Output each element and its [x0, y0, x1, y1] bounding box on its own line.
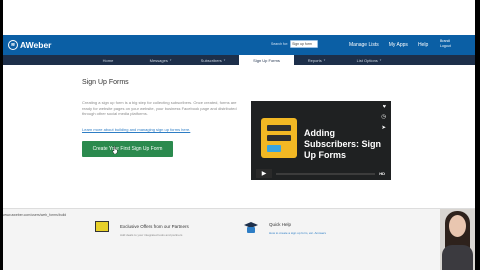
tab-label: Home — [102, 57, 114, 63]
offers-subtitle: Add deals to your integrated tools and p… — [120, 233, 183, 237]
aweber-logo-icon: ≋ — [8, 40, 18, 50]
webcam-face — [449, 215, 466, 237]
help-link[interactable]: Help — [418, 42, 428, 48]
tab-label: Reports — [307, 57, 322, 63]
tab-reports[interactable]: Reports ▾ — [294, 55, 339, 65]
chevron-down-icon: ▾ — [323, 58, 326, 62]
logout-link[interactable]: Logout — [440, 44, 451, 49]
video-player[interactable]: Adding Subscribers: Sign Up Forms ♥ ◷ ➤ … — [251, 101, 391, 180]
offer-icon — [95, 221, 109, 232]
chevron-down-icon: ▾ — [169, 58, 172, 62]
page-description: Creating a sign up form is a big step fo… — [82, 100, 237, 117]
search-input[interactable] — [290, 40, 319, 48]
chevron-down-icon: ▾ — [379, 58, 382, 62]
tab-sign-up-forms[interactable]: Sign Up Forms — [239, 55, 294, 65]
page-title: Sign Up Forms — [82, 79, 129, 86]
app-window: ≋ AWeber Search for: Manage Lists My App… — [0, 0, 480, 270]
tab-label: Subscribers — [200, 57, 222, 63]
create-first-form-button[interactable]: Create Your First Sign Up Form — [82, 141, 173, 157]
video-progress-bar[interactable] — [276, 172, 376, 175]
tab-messages[interactable]: Messages ▾ — [133, 55, 188, 65]
video-controls: ▶ HD — [251, 167, 391, 180]
letterbox-left — [0, 0, 3, 270]
search-area: Search for: — [271, 40, 319, 48]
main-nav: Home Messages ▾ Subscribers ▾ Sign Up Form… — [3, 55, 475, 65]
graduation-cap-icon — [244, 222, 258, 233]
webcam-body — [442, 245, 473, 270]
hand-cursor-icon — [112, 146, 118, 154]
tab-label: List Options — [356, 57, 378, 63]
learn-more-link[interactable]: Learn more about building and managing s… — [82, 127, 190, 132]
status-url: www.aweber.com/users/web_forms/build — [3, 213, 67, 217]
tab-label: Messages — [149, 57, 168, 63]
tab-label: Sign Up Forms — [253, 57, 280, 63]
letterbox-right — [475, 0, 480, 270]
top-nav: Manage Lists My Apps Help — [349, 35, 438, 55]
search-label: Search for: — [271, 42, 289, 46]
my-apps-link[interactable]: My Apps — [389, 42, 408, 48]
play-icon[interactable]: ▶ — [256, 169, 272, 178]
form-illustration-icon — [261, 118, 297, 158]
logo-text: AWeber — [20, 40, 52, 50]
offers-title[interactable]: Exclusive Offers from our Partners — [120, 224, 189, 229]
heart-icon[interactable]: ♥ — [383, 104, 386, 110]
share-icon[interactable]: ➤ — [381, 125, 386, 131]
hd-badge[interactable]: HD — [379, 171, 385, 176]
webcam-overlay — [440, 209, 475, 270]
aweber-logo[interactable]: ≋ AWeber — [8, 40, 52, 50]
video-title: Adding Subscribers: Sign Up Forms — [304, 128, 382, 160]
clock-icon[interactable]: ◷ — [381, 114, 386, 120]
tab-home[interactable]: Home — [83, 55, 133, 65]
quick-help-title[interactable]: Quick Help — [269, 222, 291, 227]
quick-help-link[interactable]: How to create a sign up form, etc. Answe… — [269, 231, 326, 235]
footer — [3, 208, 475, 270]
tab-subscribers[interactable]: Subscribers ▾ — [188, 55, 238, 65]
user-menu[interactable]: Brandi Logout — [440, 39, 451, 49]
top-bar: ≋ AWeber Search for: Manage Lists My App… — [3, 35, 475, 55]
tab-list-options[interactable]: List Options ▾ — [339, 55, 399, 65]
chevron-down-icon: ▾ — [223, 58, 226, 62]
manage-lists-link[interactable]: Manage Lists — [349, 42, 379, 48]
